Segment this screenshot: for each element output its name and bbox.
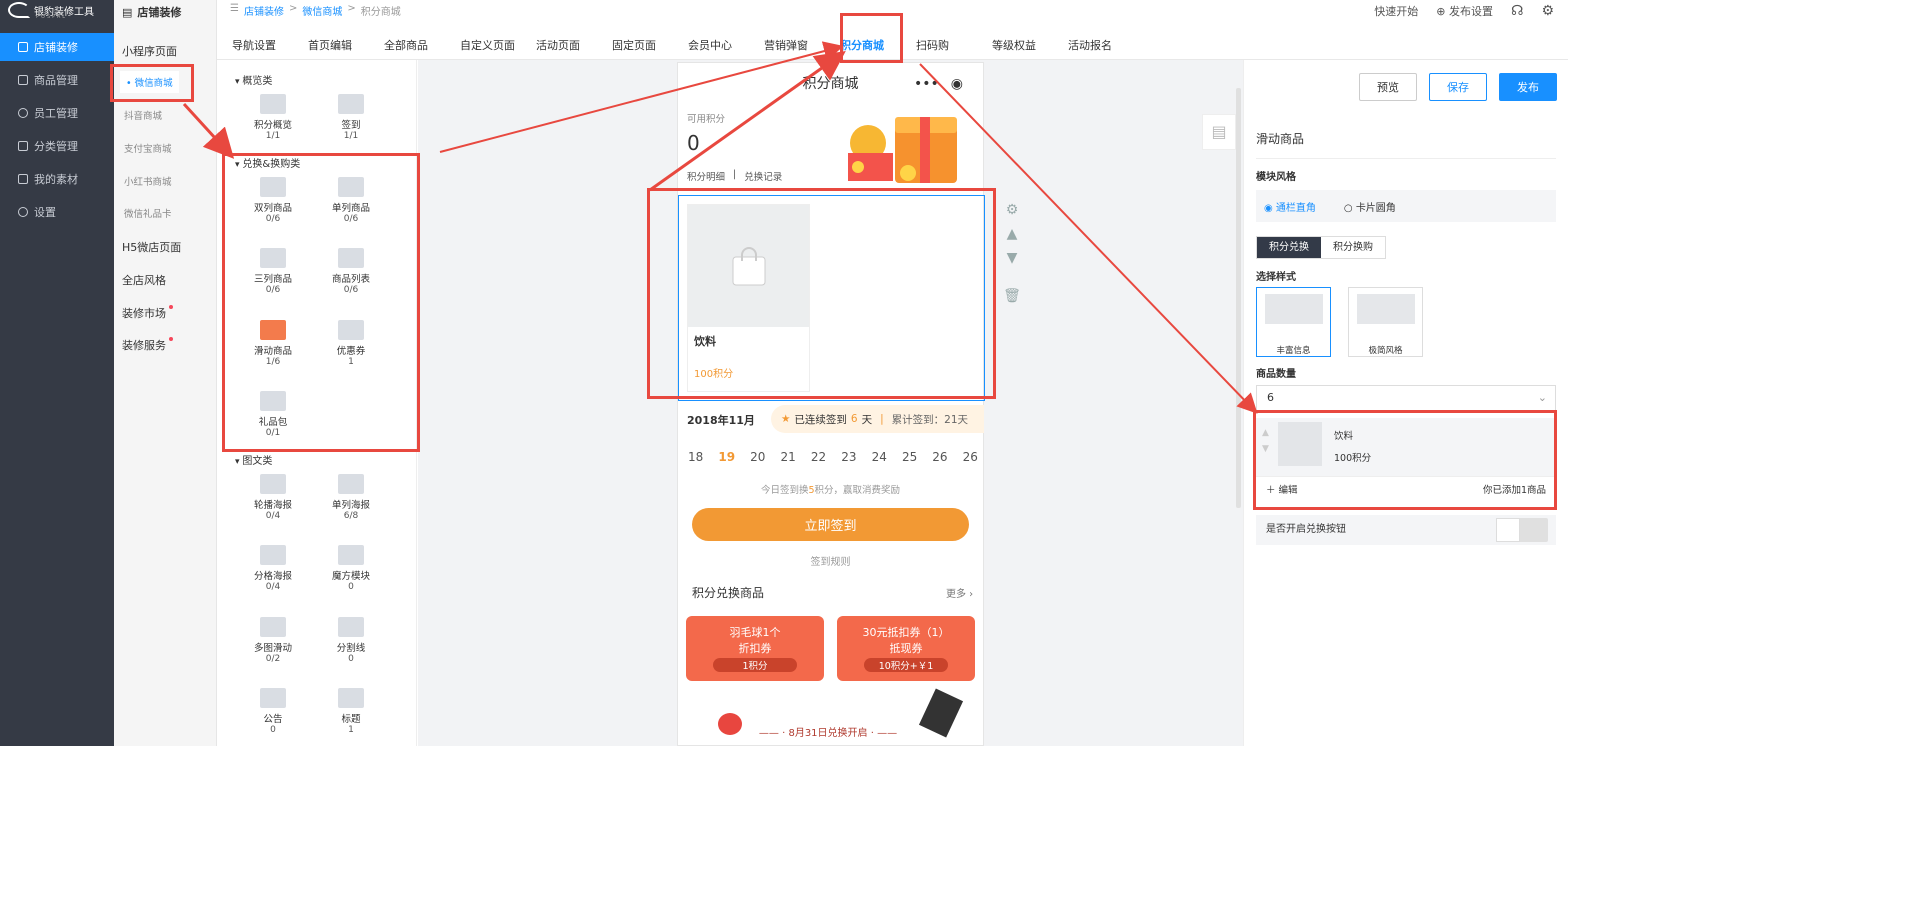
annotation-arrows [182,41,1258,414]
